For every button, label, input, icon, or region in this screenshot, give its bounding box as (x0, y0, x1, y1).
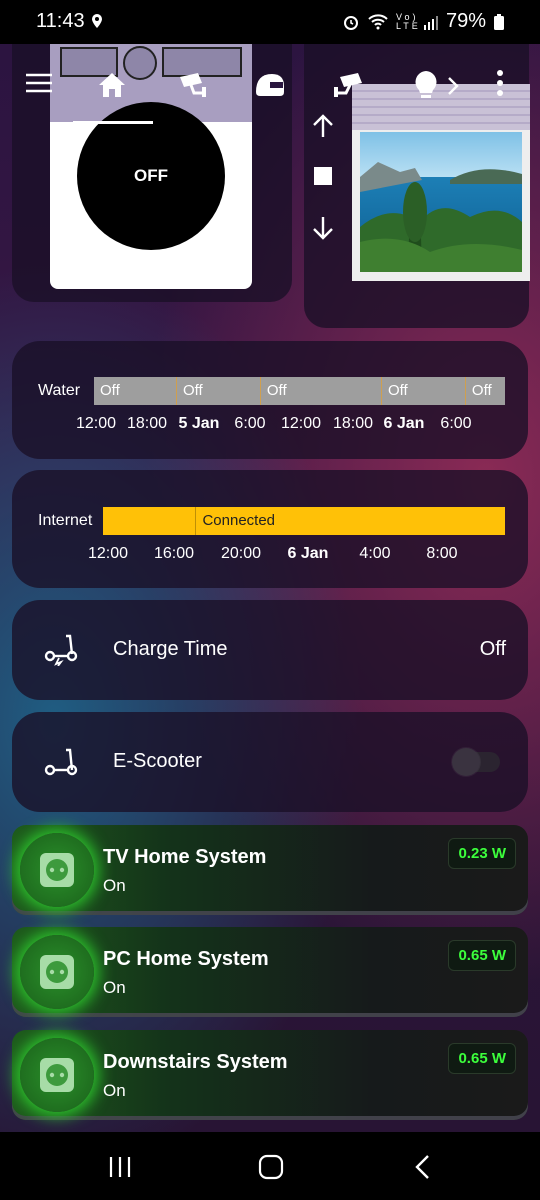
internet-tick-label: 16:00 (153, 545, 195, 562)
home-icon (99, 73, 125, 97)
water-segment: Off (380, 377, 465, 405)
water-tick-label: 18:00 (332, 415, 374, 432)
plug-power-badge: 0.65 W (448, 940, 516, 971)
water-tick-label: 12:00 (280, 415, 322, 432)
water-segment: Off (464, 377, 505, 405)
scooter-icon (44, 748, 78, 776)
more-vert-icon[interactable] (496, 70, 504, 96)
status-bar: 11:43 Vo) LTE 79% (0, 0, 540, 44)
internet-tick-label: 4:00 (359, 545, 391, 562)
water-timeline-card[interactable]: Water Off Off Off Off Off 12:00 18:00 5 Jan 6:0… (12, 341, 528, 459)
power-socket-icon (40, 853, 74, 887)
alarm-icon (343, 15, 358, 30)
volte-icon: Vo) LTE (395, 11, 421, 31)
charge-time-row[interactable]: Charge Time Off (12, 600, 528, 700)
plug-icon-button[interactable] (20, 833, 94, 907)
nav-home[interactable] (94, 70, 130, 100)
internet-segment-lead (103, 507, 196, 535)
escooter-row[interactable]: E-Scooter (12, 712, 528, 812)
nav-camera[interactable] (330, 70, 366, 100)
water-segment: Off (175, 377, 260, 405)
stop-icon[interactable] (314, 167, 332, 185)
water-tick-label: 18:00 (126, 415, 168, 432)
internet-tick-label: 6 Jan (287, 545, 329, 562)
internet-history-bar[interactable]: Connected (103, 507, 505, 535)
plug-state: On (103, 1081, 126, 1100)
top-nav-bar (0, 60, 540, 120)
internet-tick-label: 8:00 (426, 545, 458, 562)
wifi-icon (368, 13, 388, 29)
water-tick-label: 12:00 (75, 415, 117, 432)
security-camera-icon (180, 73, 206, 97)
plug-card[interactable]: Downstairs System On 0.65 W (12, 1030, 528, 1120)
system-nav-bar (0, 1132, 540, 1200)
plug-title: Downstairs System (103, 1051, 288, 1073)
internet-tick-label: 12:00 (87, 545, 129, 562)
back-button[interactable] (408, 1154, 438, 1180)
escooter-label: E-Scooter (113, 750, 202, 772)
nav-security[interactable] (174, 70, 210, 100)
water-tick-label: 5 Jan (178, 415, 220, 432)
camera-icon (334, 73, 362, 97)
water-history-bar[interactable]: Off Off Off Off Off (94, 377, 505, 405)
lightbulb-icon (415, 71, 437, 98)
home-button[interactable] (256, 1154, 286, 1180)
washer-state: OFF (77, 102, 225, 250)
power-socket-icon (40, 955, 74, 989)
location-icon (92, 14, 102, 28)
scooter-charging-icon (44, 634, 78, 666)
power-socket-icon (40, 1058, 74, 1092)
nav-active-indicator (73, 121, 153, 124)
charge-time-label: Charge Time (113, 638, 228, 660)
internet-timeline-card[interactable]: Internet Connected 12:00 16:00 20:00 6 Jan 4… (12, 470, 528, 588)
plug-title: TV Home System (103, 846, 267, 868)
recents-button[interactable] (105, 1154, 135, 1180)
plug-power-badge: 0.23 W (448, 838, 516, 869)
water-tick-label: 6:00 (234, 415, 266, 432)
nav-lights[interactable] (408, 70, 444, 100)
water-segment: Off (94, 377, 176, 405)
escooter-toggle[interactable] (452, 748, 500, 776)
internet-time-axis: 12:00 16:00 20:00 6 Jan 4:00 8:00 (12, 545, 528, 565)
helmet-icon (256, 74, 284, 96)
water-segment: Off (259, 377, 381, 405)
plug-state: On (103, 876, 126, 895)
plug-card[interactable]: PC Home System On 0.65 W (12, 927, 528, 1017)
water-tick-label: 6:00 (440, 415, 472, 432)
chevron-right-icon[interactable] (446, 76, 460, 96)
arrow-down-icon[interactable] (312, 216, 334, 240)
water-label: Water (38, 382, 81, 399)
signal-icon (423, 15, 438, 30)
water-time-axis: 12:00 18:00 5 Jan 6:00 12:00 18:00 6 Jan 6:00 (12, 415, 528, 435)
charge-time-value: Off (479, 638, 506, 660)
plug-card[interactable]: TV Home System On 0.23 W (12, 825, 528, 915)
window-view-image (360, 132, 522, 272)
toggle-knob (452, 748, 480, 776)
plug-title: PC Home System (103, 948, 269, 970)
plug-icon-button[interactable] (20, 1038, 94, 1112)
status-time: 11:43 (36, 10, 85, 32)
plug-state: On (103, 978, 126, 997)
internet-segment-connected: Connected (195, 507, 505, 535)
menu-icon[interactable] (26, 73, 52, 93)
plug-icon-button[interactable] (20, 935, 94, 1009)
internet-tick-label: 20:00 (220, 545, 262, 562)
water-tick-label: 6 Jan (383, 415, 425, 432)
plug-power-badge: 0.65 W (448, 1043, 516, 1074)
battery-percent: 79% (445, 10, 486, 32)
nav-helmet[interactable] (252, 70, 288, 100)
internet-label: Internet (38, 512, 93, 529)
battery-icon (494, 13, 504, 30)
